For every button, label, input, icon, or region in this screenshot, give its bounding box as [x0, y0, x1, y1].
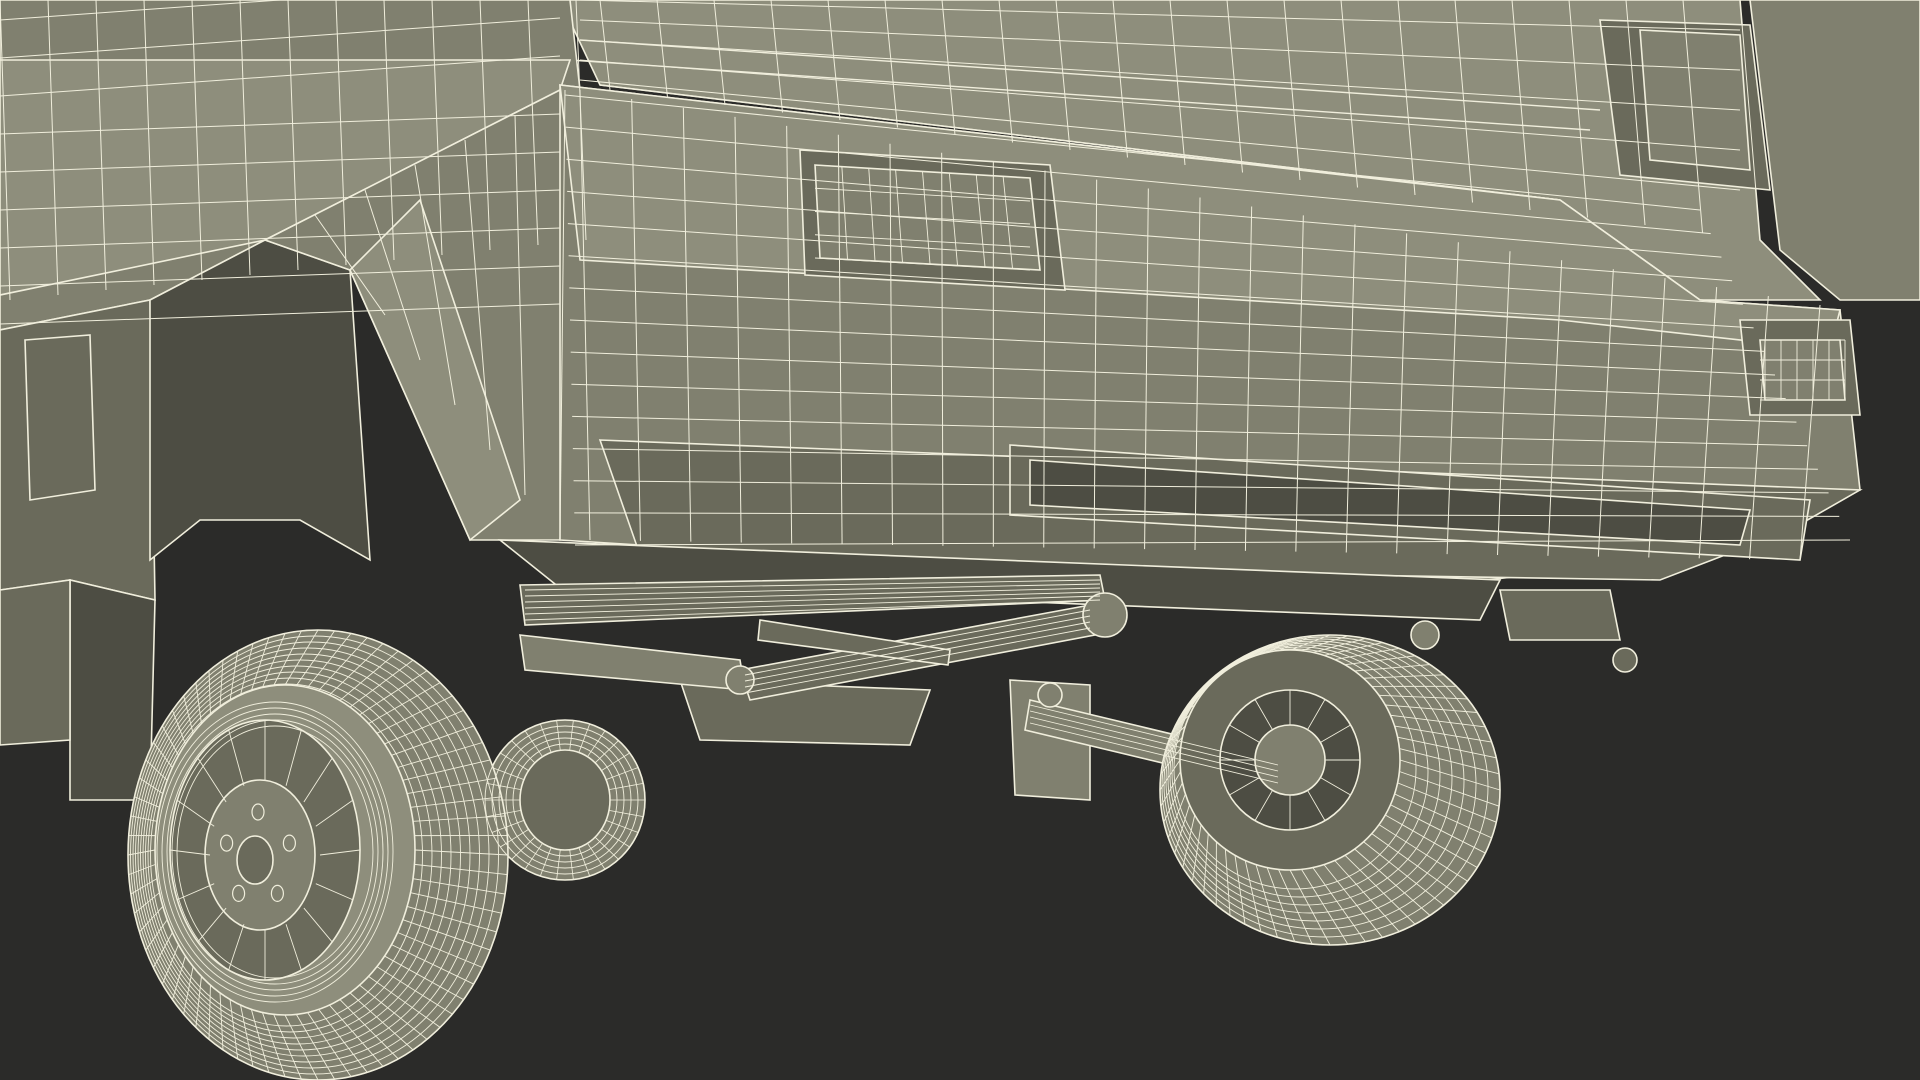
mesh-face: [1082, 592, 1128, 638]
mesh-face: [814, 164, 1041, 271]
mesh-face: [1612, 647, 1638, 673]
mesh-face: [24, 334, 96, 501]
mesh-face: [519, 749, 611, 851]
mesh-face: [0, 579, 71, 746]
wireframe-render-viewport: [0, 0, 1920, 1080]
wireframe-render-canvas: [0, 0, 1920, 1080]
mesh-face: [1037, 682, 1063, 708]
mesh-face: [236, 835, 274, 885]
rear-wheel-arch: [149, 239, 371, 562]
mesh-face: [69, 578, 156, 801]
mesh-face: [1254, 724, 1326, 796]
mesh-face: [1759, 339, 1846, 401]
mesh-face: [1410, 620, 1440, 650]
mesh-face: [1499, 589, 1621, 641]
